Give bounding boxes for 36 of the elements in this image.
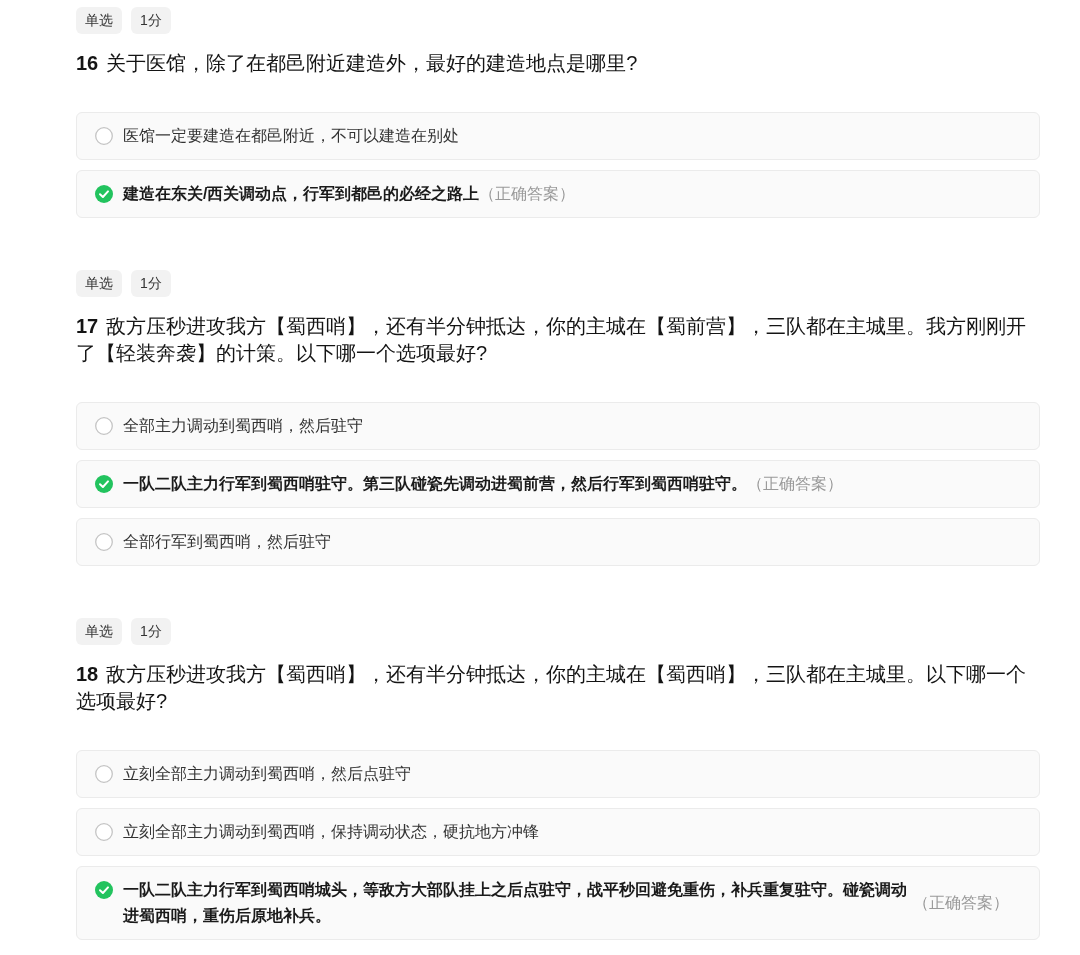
answer-option[interactable]: 立刻全部主力调动到蜀西哨，然后点驻守 <box>76 750 1040 798</box>
question-tag: 单选 <box>76 618 122 645</box>
question-text: 17 敌方压秒进攻我方【蜀西哨】，还有半分钟抵达，你的主城在【蜀前营】，三队都在主城里。我方刚刚开了【轻装奔袭】的计策。以下哪一个选项最好? <box>76 314 1028 366</box>
option-text: 医馆一定要建造在都邑附近，不可以建造在别处 <box>123 126 459 146</box>
question-tag: 单选 <box>76 7 122 34</box>
radio-icon[interactable] <box>95 765 113 783</box>
answer-option[interactable]: 全部主力调动到蜀西哨，然后驻守 <box>76 402 1040 450</box>
answer-option[interactable]: 全部行军到蜀西哨，然后驻守 <box>76 518 1040 566</box>
correct-answer-note: （正确答案） <box>747 474 843 494</box>
option-text: 一队二队主力行军到蜀西哨城头，等敌方大部队挂上之后点驻守，战平秒回避免重伤，补兵重复驻守。碰瓷调动进蜀西哨，重伤后原地补兵。 <box>123 880 908 926</box>
question-tag: 1分 <box>131 7 171 34</box>
option-text: 建造在东关/西关调动点，行军到都邑的必经之路上 <box>123 184 480 204</box>
question-tag: 1分 <box>131 270 171 297</box>
correct-answer-note: （正确答案） <box>913 893 1009 913</box>
answer-option[interactable]: 一队二队主力行军到蜀西哨城头，等敌方大部队挂上之后点驻守，战平秒回避免重伤，补兵重复驻守。碰瓷调动进蜀西哨，重伤后原地补兵。 （正确答案） <box>76 866 1040 940</box>
option-text: 一队二队主力行军到蜀西哨驻守。第三队碰瓷先调动进蜀前营，然后行军到蜀西哨驻守。 <box>123 474 747 494</box>
check-circle-icon[interactable] <box>95 475 113 493</box>
question-text: 16 关于医馆，除了在都邑附近建造外，最好的建造地点是哪里? <box>76 51 639 76</box>
option-text: 立刻全部主力调动到蜀西哨，然后点驻守 <box>123 764 411 784</box>
option-text: 全部行军到蜀西哨，然后驻守 <box>123 532 331 552</box>
question-tag: 1分 <box>131 618 171 645</box>
radio-icon[interactable] <box>95 417 113 435</box>
radio-icon[interactable] <box>95 823 113 841</box>
answer-option[interactable]: 一队二队主力行军到蜀西哨驻守。第三队碰瓷先调动进蜀前营，然后行军到蜀西哨驻守。（正确答案） <box>76 460 1040 508</box>
radio-icon[interactable] <box>95 127 113 145</box>
check-circle-icon[interactable] <box>95 185 113 203</box>
answer-option[interactable]: 立刻全部主力调动到蜀西哨，保持调动状态，硬抗地方冲锋 <box>76 808 1040 856</box>
check-circle-icon[interactable] <box>95 881 113 899</box>
question-tag: 单选 <box>76 270 122 297</box>
radio-icon[interactable] <box>95 533 113 551</box>
answer-option[interactable]: 建造在东关/西关调动点，行军到都邑的必经之路上（正确答案） <box>76 170 1040 218</box>
answer-option[interactable]: 医馆一定要建造在都邑附近，不可以建造在别处 <box>76 112 1040 160</box>
question-text: 18 敌方压秒进攻我方【蜀西哨】，还有半分钟抵达，你的主城在【蜀西哨】，三队都在主城里。以下哪一个选项最好? <box>76 662 1028 714</box>
correct-answer-note: （正确答案） <box>479 184 576 204</box>
option-text: 全部主力调动到蜀西哨，然后驻守 <box>123 416 363 436</box>
option-text: 立刻全部主力调动到蜀西哨，保持调动状态，硬抗地方冲锋 <box>123 822 539 842</box>
